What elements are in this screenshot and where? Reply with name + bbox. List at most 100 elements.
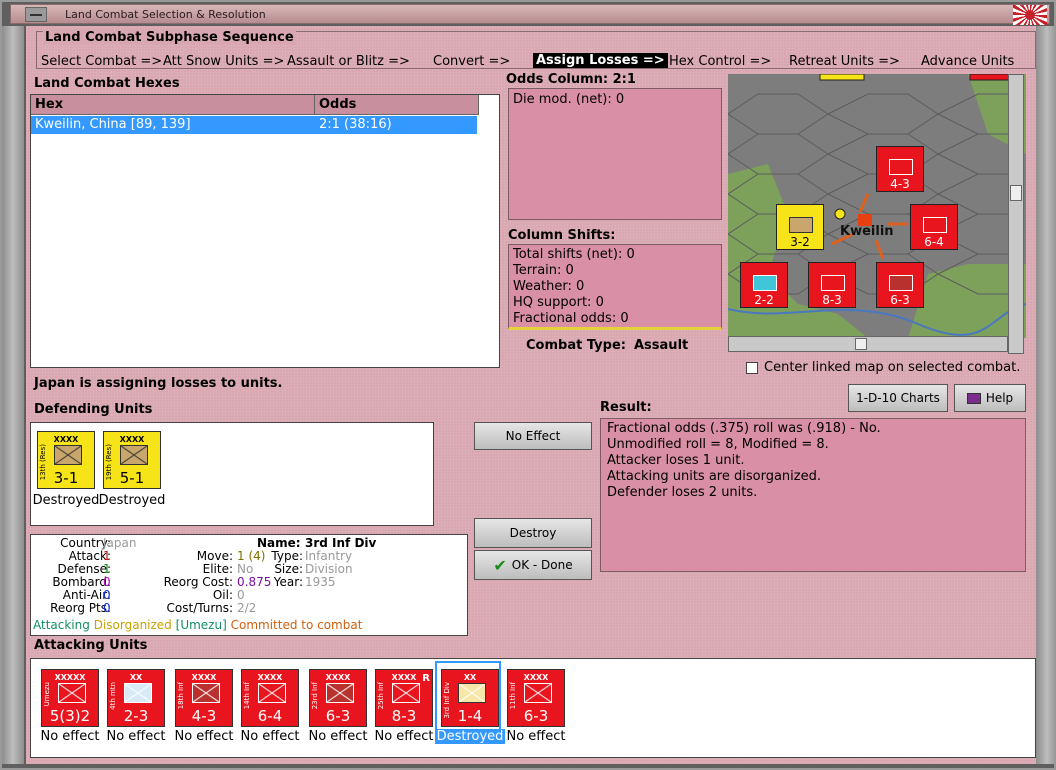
attacking-unit-status: No effect <box>40 729 100 744</box>
die-mod: Die mod. (net): 0 <box>513 92 625 107</box>
attacking-unit-counter[interactable]: XXXXX Umezu 5(3)2 <box>41 669 99 727</box>
step-retreat-units: Retreat Units => <box>789 54 900 69</box>
result-line: Attacker loses 1 unit. <box>607 453 745 468</box>
reorg-pts-value: 0 <box>103 601 111 615</box>
attacking-units-panel: XXXXX Umezu 5(3)2 No effect XX 4th mtn 2-3 N… <box>30 658 1036 758</box>
odds-cell: 2:1 (38:16) <box>319 117 392 132</box>
result-line: Attacking units are disorganized. <box>607 469 821 484</box>
shifts-panel: Total shifts (net): 0 Terrain: 0 Weather… <box>508 244 722 330</box>
reorg-pts-label: Reorg Pts: <box>50 601 111 615</box>
attacking-unit-counter[interactable]: XXXX 14th Inf 6-4 <box>241 669 299 727</box>
result-line: Unmodified roll = 8, Modified = 8. <box>607 437 829 452</box>
subphase-title: Land Combat Subphase Sequence <box>43 30 296 45</box>
main-window: Land Combat Selection & Resolution Land … <box>0 0 1056 770</box>
window-title: Land Combat Selection & Resolution <box>65 8 266 21</box>
shifts-title: Column Shifts: <box>508 228 616 243</box>
map-counter-unit[interactable]: 2-2 <box>740 262 788 308</box>
attacking-unit-status: No effect <box>308 729 368 744</box>
defending-title: Defending Units <box>34 402 153 417</box>
step-advance-units: Advance Units <box>921 54 1015 69</box>
center-map-label: Center linked map on selected combat. <box>764 360 1021 375</box>
combat-type-label: Combat Type: <box>526 338 626 353</box>
odds-title: Odds Column: 2:1 <box>506 72 636 87</box>
result-line: Fractional odds (.375) roll was (.918) -… <box>607 421 881 436</box>
status-message: Japan is assigning losses to units. <box>34 376 283 391</box>
odds-panel: Die mod. (net): 0 <box>508 88 722 220</box>
defending-unit-status: Destroyed <box>32 493 100 508</box>
map-counter-unit[interactable]: 6-3 <box>876 262 924 308</box>
title-bar: Land Combat Selection & Resolution <box>10 4 1050 25</box>
defending-unit-status: Destroyed <box>98 493 166 508</box>
defending-units-panel: XXXX 13th (Res) 3-1 Destroyed XXXX 19th … <box>30 422 434 526</box>
cost-turns-value: 2/2 <box>237 601 257 615</box>
combat-dialog: Land Combat Subphase Sequence Select Com… <box>26 26 1036 764</box>
help-label: Help <box>985 391 1014 405</box>
shift-total: Total shifts (net): 0 <box>513 247 635 262</box>
attacking-unit-status: No effect <box>106 729 166 744</box>
attacking-title: Attacking Units <box>34 638 148 653</box>
defending-unit-counter[interactable]: XXXX 19th (Res) 5-1 <box>103 431 161 489</box>
shift-weather: Weather: 0 <box>513 279 585 294</box>
attacking-unit-status: Destroyed <box>435 729 505 744</box>
subphase-sequence: Land Combat Subphase Sequence Select Com… <box>36 30 1036 69</box>
step-convert: Convert => <box>433 54 511 69</box>
attacking-unit-status: No effect <box>174 729 234 744</box>
map-horizontal-scroll-thumb[interactable] <box>855 338 867 350</box>
status-hq: [Umezu] <box>175 618 227 632</box>
attacking-unit-counter[interactable]: XX 3rd Inf Div 1-4 <box>441 669 499 727</box>
city-label: Kweilin <box>840 224 894 239</box>
map-counter-unit[interactable]: 4-3 <box>876 146 924 192</box>
table-row[interactable]: Kweilin, China [89, 139] 2:1 (38:16) <box>31 116 477 134</box>
result-line: Defender loses 2 units. <box>607 485 758 500</box>
unit-info-panel: Country: Attack: Defense: Bombard: Anti-… <box>30 534 468 636</box>
left-frame <box>2 26 24 764</box>
step-hex-control: Hex Control => <box>669 54 772 69</box>
attacking-unit-counter[interactable]: XXXX 23rd Inf 6-3 <box>309 669 367 727</box>
year-value: 1935 <box>305 575 336 589</box>
map-counter-unit[interactable]: 3-2 <box>776 204 824 250</box>
map-counter-unit[interactable]: 6-4 <box>910 204 958 250</box>
combat-map[interactable]: Kweilin 4-3 3-2 6-4 2-2 8-3 6-3 <box>728 74 1026 338</box>
step-att-snow-units: Att Snow Units => <box>163 54 285 69</box>
ok-done-button[interactable]: ✔ OK - Done <box>474 550 592 580</box>
checkmark-icon: ✔ <box>493 555 507 575</box>
status-attacking: Attacking <box>33 618 90 632</box>
column-header-hex[interactable]: Hex <box>31 95 315 115</box>
defending-unit-counter[interactable]: XXXX 13th (Res) 3-1 <box>37 431 95 489</box>
cost-turns-label: Cost/Turns: <box>166 601 233 615</box>
attacking-unit-counter[interactable]: XX 4th mtn 2-3 <box>107 669 165 727</box>
right-frame <box>1036 26 1056 764</box>
attacking-unit-status: No effect <box>374 729 434 744</box>
attacking-unit-counter[interactable]: XXXX 25th Inf 8-3 R <box>375 669 433 727</box>
shift-hq-support: HQ support: 0 <box>513 295 604 310</box>
step-assault-or-blitz: Assault or Blitz => <box>287 54 410 69</box>
map-counter-unit[interactable]: 8-3 <box>808 262 856 308</box>
destroy-button[interactable]: Destroy <box>474 518 592 548</box>
hexes-table[interactable]: Hex Odds Kweilin, China [89, 139] 2:1 (3… <box>30 94 500 368</box>
map-vertical-scroll-thumb[interactable] <box>1010 185 1022 201</box>
year-label: Year: <box>273 575 303 589</box>
result-title: Result: <box>600 400 652 415</box>
charts-button[interactable]: 1-D-10 Charts <box>848 384 948 412</box>
map-vertical-scrollbar[interactable] <box>1008 74 1024 354</box>
hexes-title: Land Combat Hexes <box>34 76 180 91</box>
attacking-unit-counter[interactable]: XXXX 18th Inf 4-3 <box>175 669 233 727</box>
result-panel: Fractional odds (.375) roll was (.918) -… <box>600 418 1026 572</box>
step-assign-losses: Assign Losses => <box>533 53 668 68</box>
shift-terrain: Terrain: 0 <box>513 263 574 278</box>
combat-type-value: Assault <box>634 338 689 353</box>
column-header-odds[interactable]: Odds <box>315 95 479 115</box>
japan-flag-icon <box>1013 5 1047 25</box>
ok-done-label: OK - Done <box>511 558 573 572</box>
map-horizontal-scrollbar[interactable] <box>728 336 1008 352</box>
system-menu-button[interactable] <box>25 7 47 22</box>
help-button[interactable]: Help <box>954 384 1026 412</box>
status-committed: Committed to combat <box>230 618 363 632</box>
hex-cell: Kweilin, China [89, 139] <box>35 117 191 132</box>
book-icon <box>966 392 981 404</box>
center-map-checkbox[interactable] <box>746 362 758 374</box>
attacking-unit-status: No effect <box>240 729 300 744</box>
status-disorganized: Disorganized <box>93 618 172 632</box>
attacking-unit-counter[interactable]: XXXX 11th Inf 6-3 <box>507 669 565 727</box>
no-effect-button[interactable]: No Effect <box>474 422 592 450</box>
